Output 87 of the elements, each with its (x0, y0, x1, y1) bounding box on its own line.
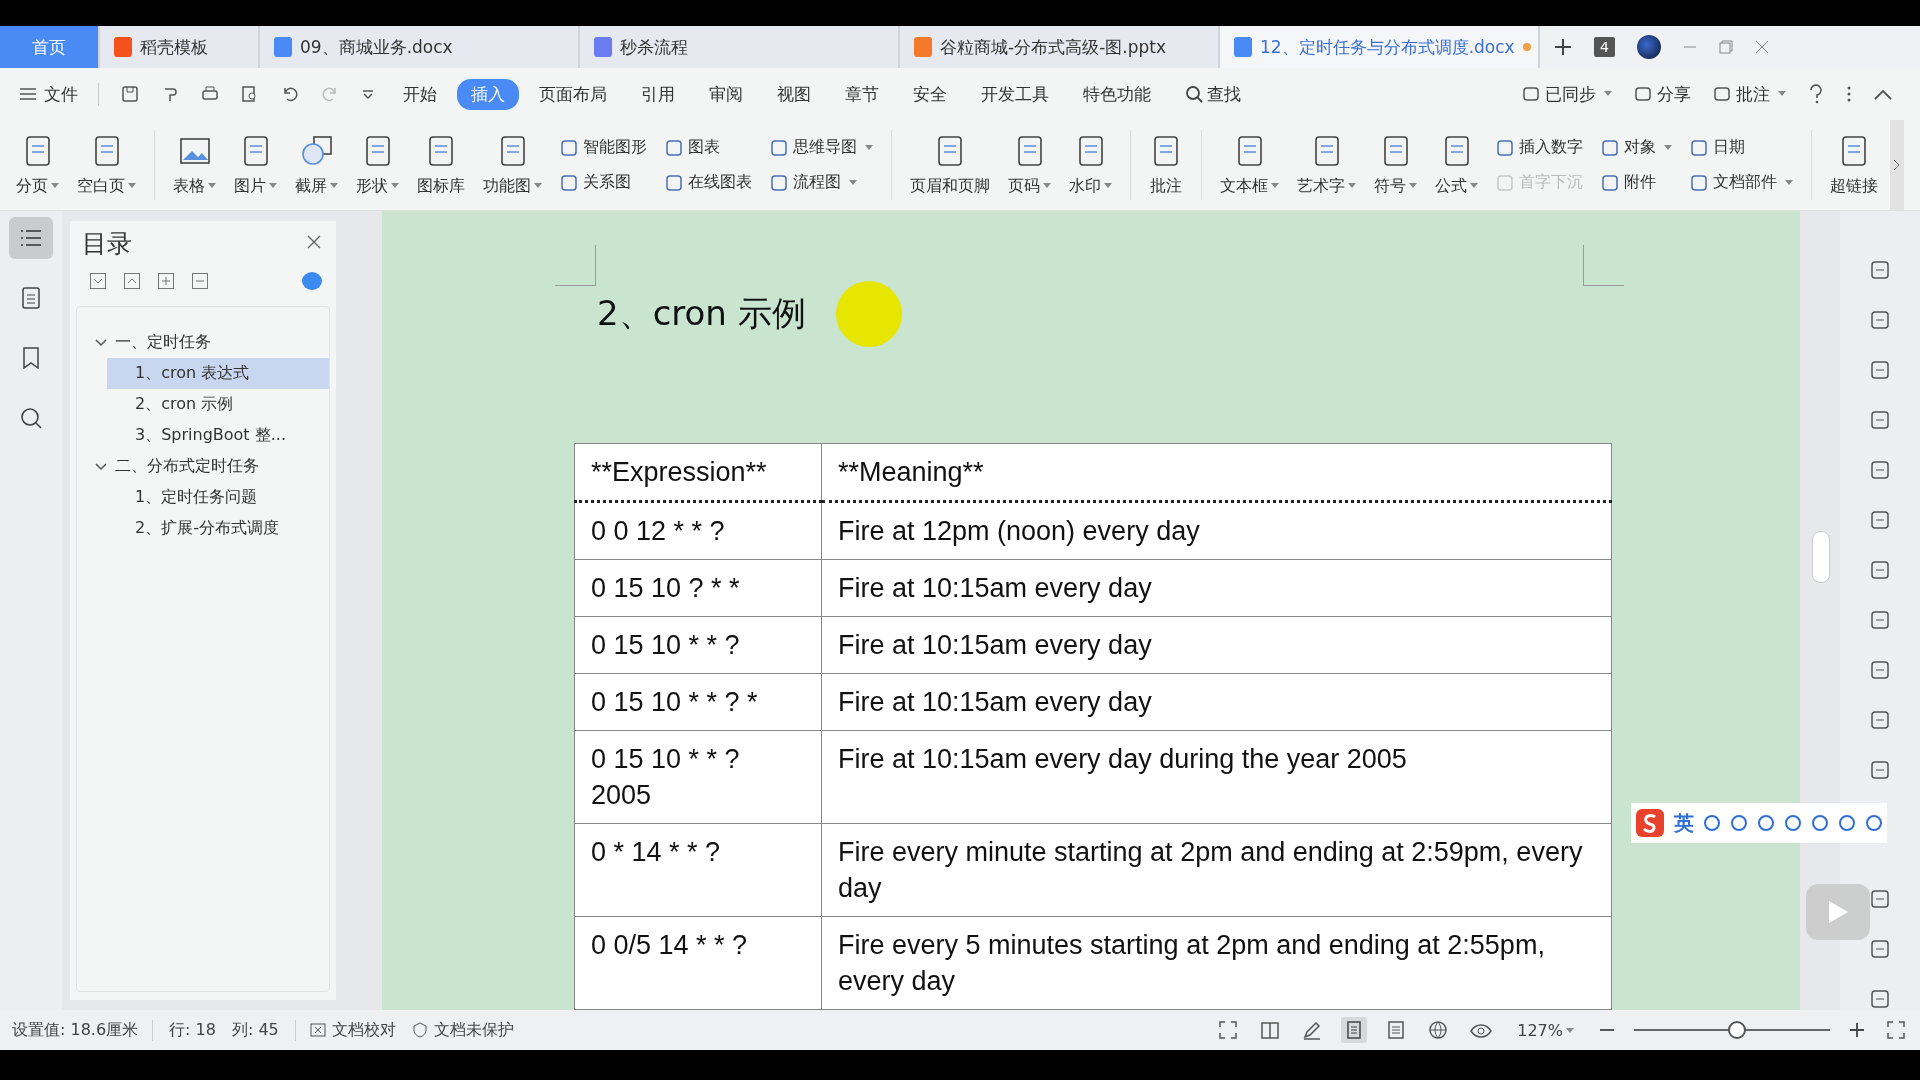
tab-count[interactable]: 4 (1594, 37, 1615, 57)
column-header: **Expression** (574, 443, 822, 502)
menu-tab[interactable]: 安全 (899, 78, 961, 110)
outline-item[interactable]: 1、cron 表达式 (107, 358, 329, 389)
ribbon-button[interactable]: 功能图 (477, 133, 548, 197)
find-button[interactable]: 查找 (1171, 78, 1255, 110)
file-menu[interactable]: 文件 (20, 82, 99, 106)
ribbon-button[interactable]: 对象 (1601, 137, 1672, 158)
menu-tab[interactable]: 特色功能 (1069, 78, 1165, 110)
ribbon-button[interactable]: 文本框 (1214, 133, 1285, 197)
menu-tab[interactable]: 视图 (763, 78, 825, 110)
ribbon-button[interactable]: 附件 (1601, 172, 1672, 193)
ribbon-button[interactable]: 艺术字 (1291, 133, 1362, 197)
protection-button[interactable]: 文档未保护 (411, 1019, 514, 1041)
status-text: 行: 18 (169, 1019, 216, 1041)
ribbon-button[interactable]: 图标库 (411, 133, 471, 197)
ribbon-button[interactable]: 页眉和页脚 (904, 133, 996, 197)
table-cell: 0 0/5 14 * * ? (574, 916, 822, 1010)
toolbar-button[interactable]: 已同步 (1514, 82, 1620, 106)
ribbon-button[interactable]: 在线图表 (665, 172, 752, 193)
ribbon-button[interactable]: 页码 (1002, 133, 1057, 197)
table-cell: Fire every 5 minutes starting at 2pm and ending at 2:55pm, every day (821, 916, 1612, 1010)
outline-label: 二、分布式定时任务 (115, 456, 259, 477)
status-text: 设置值: 18.6厘米 (12, 1019, 154, 1041)
table-cell: 0 15 10 * * ? 2005 (574, 730, 822, 824)
outline-item[interactable]: 2、扩展-分布式调度 (107, 513, 329, 544)
toolbar-button[interactable]: 批注 (1705, 82, 1794, 106)
ribbon-button[interactable]: 思维导图 (770, 137, 873, 158)
input-mode-toggle[interactable]: 英 (1674, 809, 1694, 837)
table-cell: Fire every minute starting at 2pm and ending at 2:59pm, every day (821, 823, 1612, 917)
document-tab[interactable]: 稻壳模板 (100, 26, 260, 68)
table-cell: 0 15 10 * * ? * (574, 673, 822, 731)
outline-label: 一、定时任务 (115, 332, 211, 353)
heading: 2、cron 示例 (597, 292, 806, 335)
outline-item[interactable]: 3、SpringBoot 整... (107, 420, 329, 451)
ribbon-button[interactable]: 符号 (1368, 133, 1423, 197)
ribbon-button[interactable]: 截屏 (289, 133, 344, 197)
table-cell: Fire at 10:15am every day (821, 673, 1612, 731)
proofing-button[interactable]: 文档校对 (294, 1019, 396, 1041)
ribbon-button[interactable]: 图表 (665, 137, 752, 158)
menu-tab[interactable]: 页面布局 (525, 78, 621, 110)
ribbon-button[interactable]: 形状 (350, 133, 405, 197)
tab-label: 秒杀流程 (620, 35, 688, 59)
ribbon-button[interactable]: 插入数字 (1496, 137, 1583, 158)
tab-label: 稻壳模板 (140, 35, 208, 59)
status-text: 列: 45 (231, 1019, 279, 1041)
ribbon-button[interactable]: 流程图 (770, 172, 873, 193)
ribbon-button[interactable]: 图片 (228, 133, 283, 197)
table-cell: 0 15 10 ? * * (574, 559, 822, 617)
table-cell: 0 0 12 * * ? (574, 501, 822, 560)
tab-label: 12、定时任务与分布式调度.docx (1260, 35, 1515, 59)
table-cell: 0 * 14 * * ? (574, 823, 822, 917)
ribbon-button[interactable]: 文档部件 (1690, 172, 1793, 193)
menu-tab[interactable]: 章节 (831, 78, 893, 110)
table-cell: 0 15 10 * * ? (574, 616, 822, 674)
document-tab[interactable]: 12、定时任务与分布式调度.docx (1220, 26, 1540, 68)
menu-tab[interactable]: 开发工具 (967, 78, 1063, 110)
tab-label: 09、商城业务.docx (300, 35, 453, 59)
column-header: **Meaning** (821, 443, 1612, 502)
toolbar-button[interactable]: 分享 (1626, 82, 1699, 106)
ribbon-button[interactable]: 公式 (1429, 133, 1484, 197)
menu-tab[interactable]: 引用 (627, 78, 689, 110)
ribbon-button[interactable]: 智能图形 (560, 137, 647, 158)
tab-label: 谷粒商城-分布式高级-图.pptx (940, 35, 1166, 59)
table-cell: Fire at 10:15am every day (821, 559, 1612, 617)
table-cell: Fire at 12pm (noon) every day (821, 501, 1612, 560)
document-tab[interactable]: 谷粒商城-分布式高级-图.pptx (900, 26, 1220, 68)
menu-tab[interactable]: 开始 (389, 78, 451, 110)
table-cell: Fire at 10:15am every day during the year 2005 (821, 730, 1612, 824)
outline-item[interactable]: 1、定时任务问题 (107, 482, 329, 513)
document-tab[interactable]: 09、商城业务.docx (260, 26, 580, 68)
ribbon-button[interactable]: 分页 (10, 133, 65, 197)
ribbon-button[interactable]: 关系图 (560, 172, 647, 193)
menu-tab[interactable]: 审阅 (695, 78, 757, 110)
ribbon-button[interactable]: 水印 (1063, 133, 1118, 197)
outline-item[interactable]: 二、分布式定时任务 (77, 451, 329, 482)
ribbon-button[interactable]: 日期 (1690, 137, 1793, 158)
panel-title: 目录 (82, 228, 132, 260)
table-cell: Fire at 10:15am every day (821, 616, 1612, 674)
zoom-level[interactable]: 127% (1511, 1020, 1580, 1040)
document-tab[interactable]: 秒杀流程 (580, 26, 900, 68)
ribbon-button[interactable]: 表格 (167, 133, 222, 197)
outline-item[interactable]: 一、定时任务 (77, 327, 329, 358)
ribbon-button[interactable]: 批注 (1143, 133, 1189, 197)
ribbon-button[interactable]: 超链接 (1824, 133, 1884, 197)
outline-item[interactable]: 2、cron 示例 (107, 389, 329, 420)
ribbon-button[interactable]: 空白页 (71, 133, 142, 197)
